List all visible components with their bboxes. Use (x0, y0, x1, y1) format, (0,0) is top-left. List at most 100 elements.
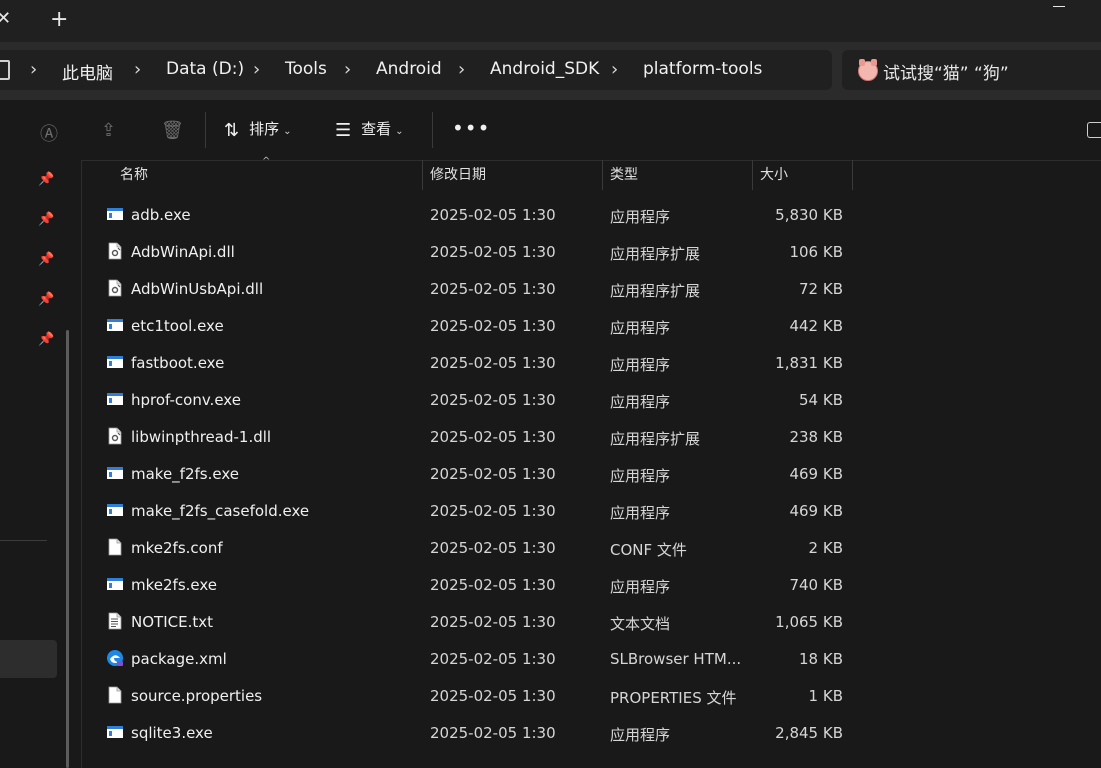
file-modified-date: 2025-02-05 1:30 (430, 650, 556, 668)
share-icon[interactable]: ⇪ (101, 120, 116, 141)
file-size: 740 KB (789, 576, 843, 594)
file-modified-date: 2025-02-05 1:30 (430, 465, 556, 483)
blank-file-icon (106, 538, 124, 556)
breadcrumb-this-pc[interactable]: 此电脑 (62, 59, 113, 84)
file-type: 应用程序扩展 (610, 430, 701, 448)
file-modified-date: 2025-02-05 1:30 (430, 502, 556, 520)
minimize-button[interactable] (1053, 6, 1065, 7)
file-type: 应用程序扩展 (610, 282, 701, 300)
file-size: 106 KB (789, 243, 843, 261)
delete-icon[interactable]: 🗑 (161, 120, 184, 141)
view-button[interactable]: ☰ 查看 ⌄ (335, 118, 404, 141)
breadcrumb-separator[interactable]: › (611, 59, 618, 80)
nav-selected-item[interactable] (0, 640, 57, 678)
file-name: NOTICE.txt (131, 613, 213, 631)
address-bar[interactable]: › 此电脑 › Data (D:) › Tools › Android › An… (0, 50, 832, 90)
file-row[interactable]: AdbWinApi.dll 2025-02-05 1:30 应用程序扩展 106 KB (98, 234, 858, 271)
file-size: 72 KB (799, 280, 843, 298)
application-icon (106, 723, 124, 741)
search-box[interactable]: 试试搜“猫” “狗” (842, 50, 1101, 90)
file-modified-date: 2025-02-05 1:30 (430, 206, 556, 224)
column-divider[interactable] (752, 160, 753, 190)
breadcrumb-separator[interactable]: › (344, 59, 351, 80)
file-modified-date: 2025-02-05 1:30 (430, 687, 556, 705)
file-type: 应用程序 (610, 356, 671, 374)
file-row[interactable]: hprof-conv.exe 2025-02-05 1:30 应用程序 54 KB (98, 382, 858, 419)
file-row[interactable]: make_f2fs_casefold.exe 2025-02-05 1:30 应用程… (98, 493, 858, 530)
file-row[interactable]: make_f2fs.exe 2025-02-05 1:30 应用程序 469 KB (98, 456, 858, 493)
file-row[interactable]: mke2fs.exe 2025-02-05 1:30 应用程序 740 KB (98, 567, 858, 604)
rename-icon[interactable]: Ⓐ (40, 120, 58, 146)
file-size: 238 KB (789, 428, 843, 446)
browser-file-icon (106, 649, 124, 667)
file-modified-date: 2025-02-05 1:30 (430, 243, 556, 261)
column-header-type[interactable]: 类型 (610, 160, 638, 190)
nav-divider (0, 540, 47, 541)
file-row[interactable]: AdbWinUsbApi.dll 2025-02-05 1:30 应用程序扩展 72 … (98, 271, 858, 308)
file-row[interactable]: libwinpthread-1.dll 2025-02-05 1:30 应用程序扩展… (98, 419, 858, 456)
sort-label: 排序 (249, 120, 280, 138)
application-icon (106, 316, 124, 334)
search-placeholder: 试试搜“猫” “狗” (883, 64, 1009, 84)
file-row[interactable]: sqlite3.exe 2025-02-05 1:30 应用程序 2,845 KB (98, 715, 858, 752)
column-header-name[interactable]: 名称 (120, 160, 148, 190)
view-label: 查看 (361, 120, 392, 138)
file-modified-date: 2025-02-05 1:30 (430, 576, 556, 594)
new-tab-button[interactable]: + (50, 7, 68, 33)
application-icon (106, 390, 124, 408)
column-header-date[interactable]: 修改日期 (430, 160, 486, 190)
file-name: hprof-conv.exe (131, 391, 241, 409)
breadcrumb-tools[interactable]: Tools (285, 59, 327, 79)
pin-icon: 📌 (38, 212, 55, 227)
file-type: 应用程序 (610, 504, 671, 522)
breadcrumb-data-drive[interactable]: Data (D:) (166, 59, 244, 79)
breadcrumb-separator[interactable]: › (30, 59, 37, 80)
file-row[interactable]: source.properties 2025-02-05 1:30 PROPERTI… (98, 678, 858, 715)
breadcrumb-separator[interactable]: › (458, 59, 465, 80)
file-type: 应用程序扩展 (610, 245, 701, 263)
file-name: libwinpthread-1.dll (131, 428, 272, 446)
breadcrumb-platform-tools[interactable]: platform-tools (643, 59, 762, 79)
application-icon (106, 353, 124, 371)
column-divider[interactable] (602, 160, 603, 190)
file-name: etc1tool.exe (131, 317, 224, 335)
view-icon: ☰ (335, 120, 352, 141)
file-row[interactable]: fastboot.exe 2025-02-05 1:30 应用程序 1,831 KB (98, 345, 858, 382)
column-header-size[interactable]: 大小 (760, 160, 788, 190)
file-name: package.xml (131, 650, 227, 668)
address-row: › 此电脑 › Data (D:) › Tools › Android › An… (0, 42, 1101, 100)
file-list: ^ 名称 修改日期 类型 大小 adb.exe 2025-02-05 1:30 应用… (82, 156, 1101, 768)
details-pane-icon[interactable] (1087, 122, 1101, 138)
pin-icon: 📌 (38, 172, 55, 187)
file-size: 18 KB (799, 650, 843, 668)
file-type: 文本文档 (610, 615, 671, 633)
dll-file-icon (106, 242, 124, 260)
file-name: fastboot.exe (131, 354, 225, 372)
file-type: 应用程序 (610, 393, 671, 411)
file-row[interactable]: NOTICE.txt 2025-02-05 1:30 文本文档 1,065 KB (98, 604, 858, 641)
file-size: 469 KB (789, 502, 843, 520)
more-options-button[interactable]: ••• (452, 116, 490, 140)
breadcrumb-android[interactable]: Android (376, 59, 442, 79)
file-size: 1,831 KB (775, 354, 843, 372)
file-row[interactable]: etc1tool.exe 2025-02-05 1:30 应用程序 442 KB (98, 308, 858, 345)
dll-file-icon (106, 279, 124, 297)
file-size: 2,845 KB (775, 724, 843, 742)
breadcrumb-separator[interactable]: › (134, 59, 141, 80)
file-row[interactable]: adb.exe 2025-02-05 1:30 应用程序 5,830 KB (98, 197, 858, 234)
breadcrumb-separator[interactable]: › (253, 59, 260, 80)
file-size: 1,065 KB (775, 613, 843, 631)
chevron-down-icon: ⌄ (283, 126, 292, 137)
column-divider[interactable] (422, 160, 423, 190)
nav-scrollbar[interactable] (66, 330, 69, 768)
breadcrumb-android-sdk[interactable]: Android_SDK (490, 59, 599, 79)
close-tab-icon[interactable]: ✕ (0, 8, 11, 29)
sort-button[interactable]: ⇅ 排序 ⌄ (224, 118, 292, 141)
column-divider[interactable] (852, 160, 853, 190)
file-row[interactable]: package.xml 2025-02-05 1:30 SLBrowser HTM.… (98, 641, 858, 678)
file-size: 1 KB (808, 687, 843, 705)
file-type: CONF 文件 (610, 541, 687, 559)
file-type: PROPERTIES 文件 (610, 689, 737, 707)
file-size: 54 KB (799, 391, 843, 409)
file-row[interactable]: mke2fs.conf 2025-02-05 1:30 CONF 文件 2 KB (98, 530, 858, 567)
